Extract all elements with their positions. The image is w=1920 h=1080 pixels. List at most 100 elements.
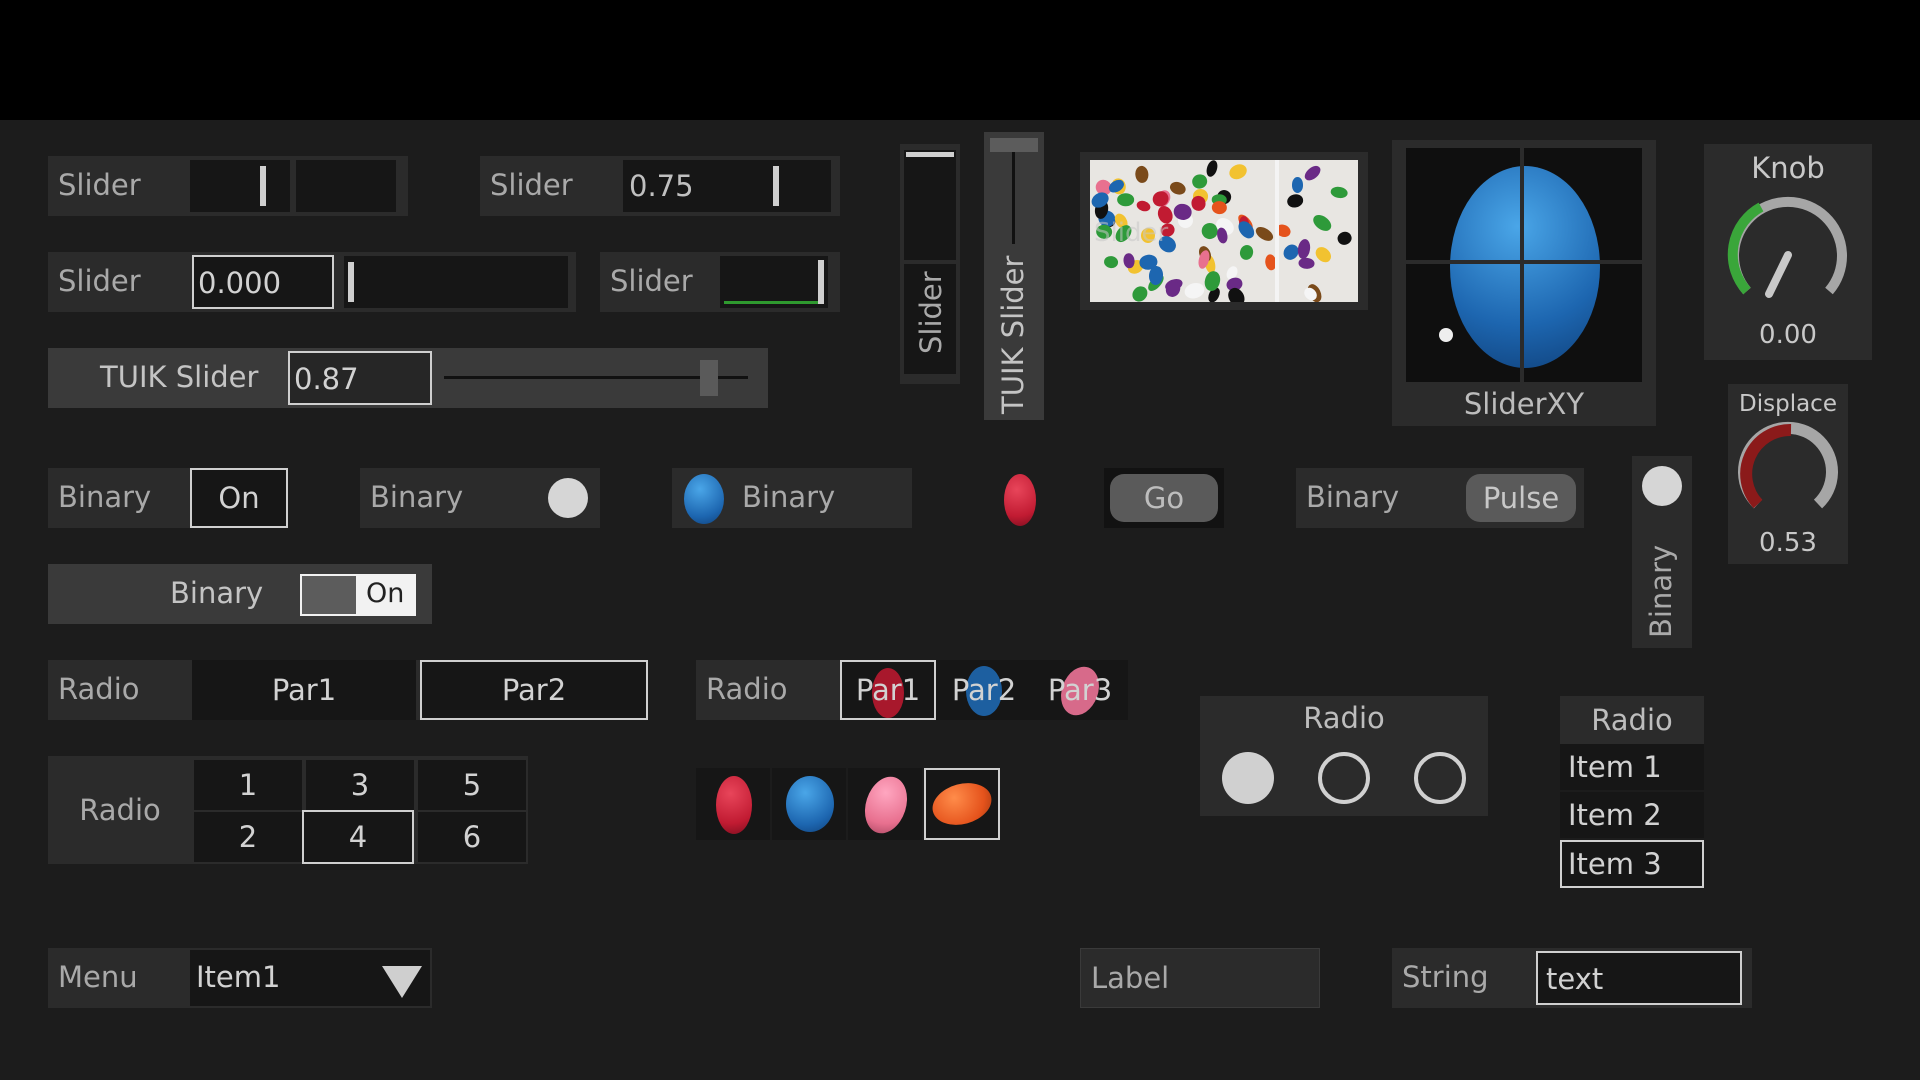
- slider-xy-pad[interactable]: [1406, 148, 1642, 382]
- binary-3[interactable]: Binary: [672, 468, 912, 528]
- slider-xy-label: SliderXY: [1463, 387, 1585, 421]
- radio-4[interactable]: Radio: [1200, 696, 1488, 816]
- slider-xy[interactable]: SliderXY: [1392, 140, 1656, 426]
- bean-option-red[interactable]: [696, 768, 770, 840]
- menu-value: Item1: [196, 960, 281, 994]
- binary-2[interactable]: Binary: [360, 468, 600, 528]
- jellybean-decoration: [1301, 162, 1323, 183]
- slider-2[interactable]: Slider 0.75: [480, 156, 840, 216]
- red-bean-icon[interactable]: [1004, 474, 1036, 526]
- string-field[interactable]: String text: [1392, 948, 1752, 1008]
- vertical-slider-label: Slider: [914, 271, 948, 354]
- knob[interactable]: Knob 0.00: [1704, 144, 1872, 360]
- vertical-slider-label-box: Slider: [904, 264, 956, 374]
- bean-option-blue[interactable]: [772, 768, 846, 840]
- slider-1[interactable]: Slider: [48, 156, 408, 216]
- vertical-binary[interactable]: Binary: [1632, 456, 1692, 648]
- tuik-slider-input[interactable]: 0.87: [288, 351, 432, 405]
- slider-1-handle[interactable]: [260, 166, 266, 206]
- pulse-button[interactable]: Pulse: [1466, 474, 1576, 522]
- radio-3-option-label: 6: [462, 820, 482, 854]
- displace-knob[interactable]: Displace 0.53: [1728, 384, 1848, 564]
- radio-1-label: Radio: [58, 672, 140, 706]
- image-slider[interactable]: Slider: [1080, 152, 1368, 310]
- radio-5-item-3[interactable]: Item 3: [1560, 840, 1704, 888]
- slider-4[interactable]: Slider: [600, 252, 840, 312]
- radio-1-option-par1[interactable]: Par1: [192, 660, 416, 720]
- menu[interactable]: Menu Item1: [48, 948, 432, 1008]
- radio-1-option-par2[interactable]: Par2: [420, 660, 648, 720]
- bean-option-pink[interactable]: [848, 768, 922, 840]
- slider-1-track[interactable]: [190, 160, 290, 212]
- binary-1[interactable]: Binary On: [48, 468, 288, 528]
- jellybean-decoration: [1329, 185, 1349, 200]
- radio-3-option-3[interactable]: 3: [306, 760, 414, 810]
- radio-4-option-3[interactable]: [1414, 752, 1466, 804]
- tuik-slider[interactable]: TUIK Slider 0.87: [48, 348, 768, 408]
- binary-pulse[interactable]: Binary Pulse: [1296, 468, 1584, 528]
- jellybean-decoration: [1168, 180, 1188, 197]
- radio-3-option-2[interactable]: 2: [194, 812, 302, 862]
- slider-xy-point[interactable]: [1439, 328, 1453, 342]
- jellybean-decoration: [1103, 254, 1120, 270]
- displace-title: Displace: [1739, 391, 1837, 417]
- slider-2-value: 0.75: [629, 169, 694, 203]
- tuik-vertical-slider[interactable]: TUIK Slider: [984, 132, 1044, 420]
- radio-3-option-label: 1: [238, 768, 258, 802]
- menu-label: Menu: [58, 960, 138, 994]
- go-button[interactable]: Go: [1110, 474, 1218, 522]
- vertical-binary-dot[interactable]: [1642, 466, 1682, 506]
- go-button-frame: Go: [1104, 468, 1224, 528]
- vertical-slider-track[interactable]: [904, 150, 956, 260]
- slider-4-handle[interactable]: [818, 260, 824, 304]
- radio-2-option-par2[interactable]: Par2: [936, 660, 1032, 720]
- radio-3-option-4[interactable]: 4: [302, 810, 414, 864]
- triangle-down-icon[interactable]: [380, 964, 424, 1000]
- radio-5-header: Radio: [1560, 696, 1704, 744]
- binary-1-button[interactable]: On: [190, 468, 288, 528]
- slider-3-input[interactable]: 0.000: [192, 255, 334, 309]
- tuik-vertical-slider-handle[interactable]: [990, 138, 1038, 152]
- vertical-slider-handle[interactable]: [906, 152, 954, 157]
- radio-5-item-1[interactable]: Item 1: [1560, 744, 1704, 790]
- radio-3-option-1[interactable]: 1: [194, 760, 302, 810]
- slider-3-handle[interactable]: [348, 262, 354, 302]
- knob-dial[interactable]: [1723, 190, 1853, 320]
- radio-2-option-par3[interactable]: Par3: [1032, 660, 1128, 720]
- bean-image-radio[interactable]: [696, 768, 1004, 840]
- slider-1-label: Slider: [58, 168, 141, 202]
- radio-4-option-1[interactable]: [1222, 752, 1274, 804]
- radio-3-option-5[interactable]: 5: [418, 760, 526, 810]
- image-slider-handle[interactable]: [1275, 160, 1279, 302]
- slider-2-track[interactable]: 0.75: [623, 160, 831, 212]
- radio-3-option-6[interactable]: 6: [418, 812, 526, 862]
- radio-1[interactable]: Radio Par1 Par2: [48, 660, 648, 720]
- displace-dial[interactable]: [1734, 420, 1842, 520]
- binary-toggle[interactable]: Binary On: [48, 564, 432, 624]
- radio-5-item-2[interactable]: Item 2: [1560, 792, 1704, 838]
- vertical-slider[interactable]: Slider: [900, 144, 960, 384]
- jellybean-decoration: [1253, 223, 1276, 244]
- knob-value: 0.00: [1759, 320, 1817, 350]
- pulse-button-label: Pulse: [1482, 481, 1560, 515]
- menu-dropdown[interactable]: Item1: [190, 950, 430, 1006]
- tuik-vertical-slider-track[interactable]: [1012, 152, 1015, 244]
- slider-4-track[interactable]: [720, 256, 828, 308]
- slider-3-track[interactable]: [344, 256, 568, 308]
- slider-2-handle[interactable]: [773, 166, 779, 206]
- jellybean-decoration: [1296, 237, 1312, 260]
- radio-2[interactable]: Radio Par1 Par2 Par3: [696, 660, 1128, 720]
- slider-3[interactable]: Slider 0.000: [48, 252, 576, 312]
- bean-option-orange[interactable]: [924, 768, 1000, 840]
- binary-toggle-switch[interactable]: On: [300, 574, 416, 616]
- radio-2-option-par1[interactable]: Par1: [840, 660, 936, 720]
- string-input[interactable]: text: [1536, 951, 1742, 1005]
- radio-5-item-label: Item 3: [1568, 847, 1662, 881]
- tuik-slider-handle[interactable]: [700, 360, 718, 396]
- slider-1-field[interactable]: [296, 160, 396, 212]
- binary-2-toggle-dot[interactable]: [548, 478, 588, 518]
- radio-3[interactable]: Radio 1 3 5 2 4 6: [48, 756, 528, 864]
- binary-toggle-knob[interactable]: [302, 576, 356, 614]
- radio-4-option-2[interactable]: [1318, 752, 1370, 804]
- binary-toggle-state: On: [366, 578, 405, 609]
